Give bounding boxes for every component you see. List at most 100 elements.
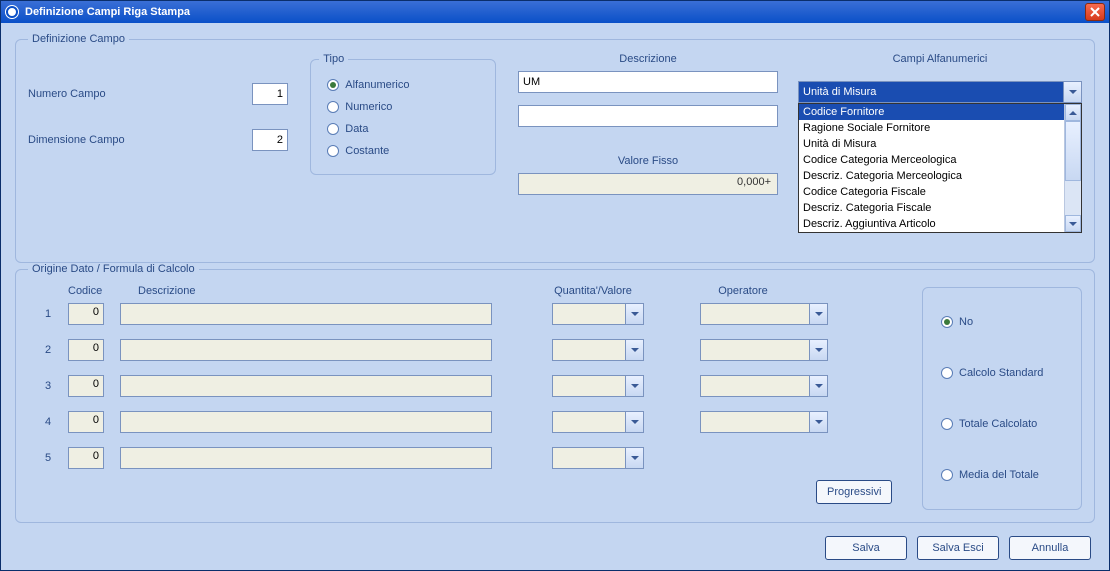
- annulla-button[interactable]: Annulla: [1009, 536, 1091, 560]
- scroll-thumb[interactable]: [1065, 121, 1081, 181]
- valore-fisso-label: Valore Fisso: [518, 155, 778, 167]
- radio-icon: [327, 79, 339, 91]
- descrizione-input[interactable]: [120, 411, 492, 433]
- progressivi-button[interactable]: Progressivi: [816, 480, 892, 504]
- header-operatore: Operatore: [668, 285, 818, 297]
- descrizione-input[interactable]: [120, 339, 492, 361]
- col-campi-alfanumerici: Campi Alfanumerici Unità di Misura Codic…: [798, 53, 1082, 71]
- header-codice: Codice: [68, 285, 138, 297]
- titlebar[interactable]: Definizione Campi Riga Stampa: [1, 1, 1109, 23]
- calc-mode-label: No: [959, 316, 973, 328]
- descrizione-label: Descrizione: [518, 53, 778, 65]
- window-title: Definizione Campi Riga Stampa: [25, 6, 190, 18]
- combo-option[interactable]: Descriz. Categoria Merceologica: [799, 168, 1064, 184]
- scroll-track[interactable]: [1065, 181, 1081, 215]
- combo-selected: Unità di Misura: [799, 82, 1063, 102]
- campi-alfanumerici-combo[interactable]: Unità di Misura Codice Fornitore Ragione…: [798, 81, 1082, 103]
- combo-option[interactable]: Unità di Misura: [799, 136, 1064, 152]
- calc-mode-standard[interactable]: Calcolo Standard: [941, 367, 1063, 379]
- header-descrizione: Descrizione: [138, 285, 518, 297]
- valore-fisso-input[interactable]: 0,000+: [518, 173, 778, 195]
- calc-mode-no[interactable]: No: [941, 316, 1063, 328]
- combo-option[interactable]: Descriz. Categoria Fiscale: [799, 200, 1064, 216]
- col-descrizione: Descrizione Valore Fisso 0,000+: [518, 53, 778, 195]
- origine-dato-group: Origine Dato / Formula di Calcolo Codice…: [15, 263, 1095, 523]
- radio-icon: [941, 418, 953, 430]
- codice-input[interactable]: 0: [68, 411, 104, 433]
- header-quantita-valore: Quantita'/Valore: [518, 285, 668, 297]
- app-icon: [5, 5, 19, 19]
- calc-mode-label: Totale Calcolato: [959, 418, 1037, 430]
- radio-icon: [327, 123, 339, 135]
- col-left: Numero Campo Dimensione Campo: [28, 53, 288, 175]
- col-tipo: Tipo Alfanumerico Numerico Data Costante: [308, 53, 498, 175]
- client-area: Definizione Campo Numero Campo Dimension…: [1, 23, 1109, 570]
- combo-option[interactable]: Descriz. Aggiuntiva Articolo: [799, 216, 1064, 232]
- chevron-down-icon[interactable]: [625, 304, 643, 324]
- scroll-down-icon[interactable]: [1065, 215, 1081, 232]
- chevron-down-icon[interactable]: [809, 412, 827, 432]
- codice-input[interactable]: 0: [68, 375, 104, 397]
- tipo-option-label: Costante: [345, 145, 389, 157]
- combo-option[interactable]: Codice Categoria Merceologica: [799, 152, 1064, 168]
- definizione-campo-group: Definizione Campo Numero Campo Dimension…: [15, 33, 1095, 263]
- radio-icon: [941, 469, 953, 481]
- combo-option[interactable]: Codice Categoria Fiscale: [799, 184, 1064, 200]
- combo-option[interactable]: Codice Fornitore: [799, 104, 1064, 120]
- tipo-numerico[interactable]: Numerico: [327, 101, 479, 113]
- operatore-select[interactable]: [700, 303, 828, 325]
- calc-mode-media[interactable]: Media del Totale: [941, 469, 1063, 481]
- dimensione-campo-input[interactable]: [252, 129, 288, 151]
- numero-campo-input[interactable]: [252, 83, 288, 105]
- chevron-down-icon[interactable]: [809, 376, 827, 396]
- descrizione-input[interactable]: [120, 447, 492, 469]
- radio-icon: [941, 316, 953, 328]
- descrizione2-input[interactable]: [518, 105, 778, 127]
- window: Definizione Campi Riga Stampa Definizion…: [0, 0, 1110, 571]
- quantita-valore-select[interactable]: [552, 411, 644, 433]
- codice-input[interactable]: 0: [68, 303, 104, 325]
- close-button[interactable]: [1085, 3, 1105, 21]
- quantita-valore-select[interactable]: [552, 447, 644, 469]
- radio-icon: [327, 145, 339, 157]
- operatore-select[interactable]: [700, 375, 828, 397]
- chevron-down-icon[interactable]: [625, 448, 643, 468]
- calc-mode-group: No Calcolo Standard Totale Calcolato Med…: [922, 287, 1082, 510]
- close-icon: [1090, 7, 1100, 17]
- tipo-costante[interactable]: Costante: [327, 145, 479, 157]
- row-index: 1: [28, 308, 68, 320]
- campi-alfanumerici-label: Campi Alfanumerici: [798, 53, 1082, 65]
- definizione-campo-legend: Definizione Campo: [28, 33, 129, 45]
- tipo-option-label: Numerico: [345, 101, 392, 113]
- chevron-down-icon[interactable]: [809, 340, 827, 360]
- chevron-down-icon[interactable]: [625, 412, 643, 432]
- descrizione-input[interactable]: [120, 303, 492, 325]
- tipo-data[interactable]: Data: [327, 123, 479, 135]
- salva-esci-button[interactable]: Salva Esci: [917, 536, 999, 560]
- chevron-down-icon[interactable]: [625, 376, 643, 396]
- quantita-valore-select[interactable]: [552, 339, 644, 361]
- tipo-option-label: Alfanumerico: [345, 79, 409, 91]
- scrollbar[interactable]: [1064, 104, 1081, 232]
- chevron-down-icon[interactable]: [1063, 82, 1081, 102]
- quantita-valore-select[interactable]: [552, 375, 644, 397]
- calc-mode-totale[interactable]: Totale Calcolato: [941, 418, 1063, 430]
- chevron-down-icon[interactable]: [809, 304, 827, 324]
- codice-input[interactable]: 0: [68, 339, 104, 361]
- tipo-option-label: Data: [345, 123, 368, 135]
- dimensione-campo-label: Dimensione Campo: [28, 134, 252, 146]
- descrizione-input[interactable]: [120, 375, 492, 397]
- tipo-alfanumerico[interactable]: Alfanumerico: [327, 79, 479, 91]
- operatore-select[interactable]: [700, 411, 828, 433]
- salva-button[interactable]: Salva: [825, 536, 907, 560]
- operatore-select[interactable]: [700, 339, 828, 361]
- row-index: 5: [28, 452, 68, 464]
- chevron-down-icon[interactable]: [625, 340, 643, 360]
- calc-mode-label: Calcolo Standard: [959, 367, 1043, 379]
- scroll-up-icon[interactable]: [1065, 104, 1081, 121]
- quantita-valore-select[interactable]: [552, 303, 644, 325]
- combo-option[interactable]: Ragione Sociale Fornitore: [799, 120, 1064, 136]
- descrizione-input[interactable]: [518, 71, 778, 93]
- codice-input[interactable]: 0: [68, 447, 104, 469]
- combo-dropdown-list: Codice Fornitore Ragione Sociale Fornito…: [798, 103, 1082, 233]
